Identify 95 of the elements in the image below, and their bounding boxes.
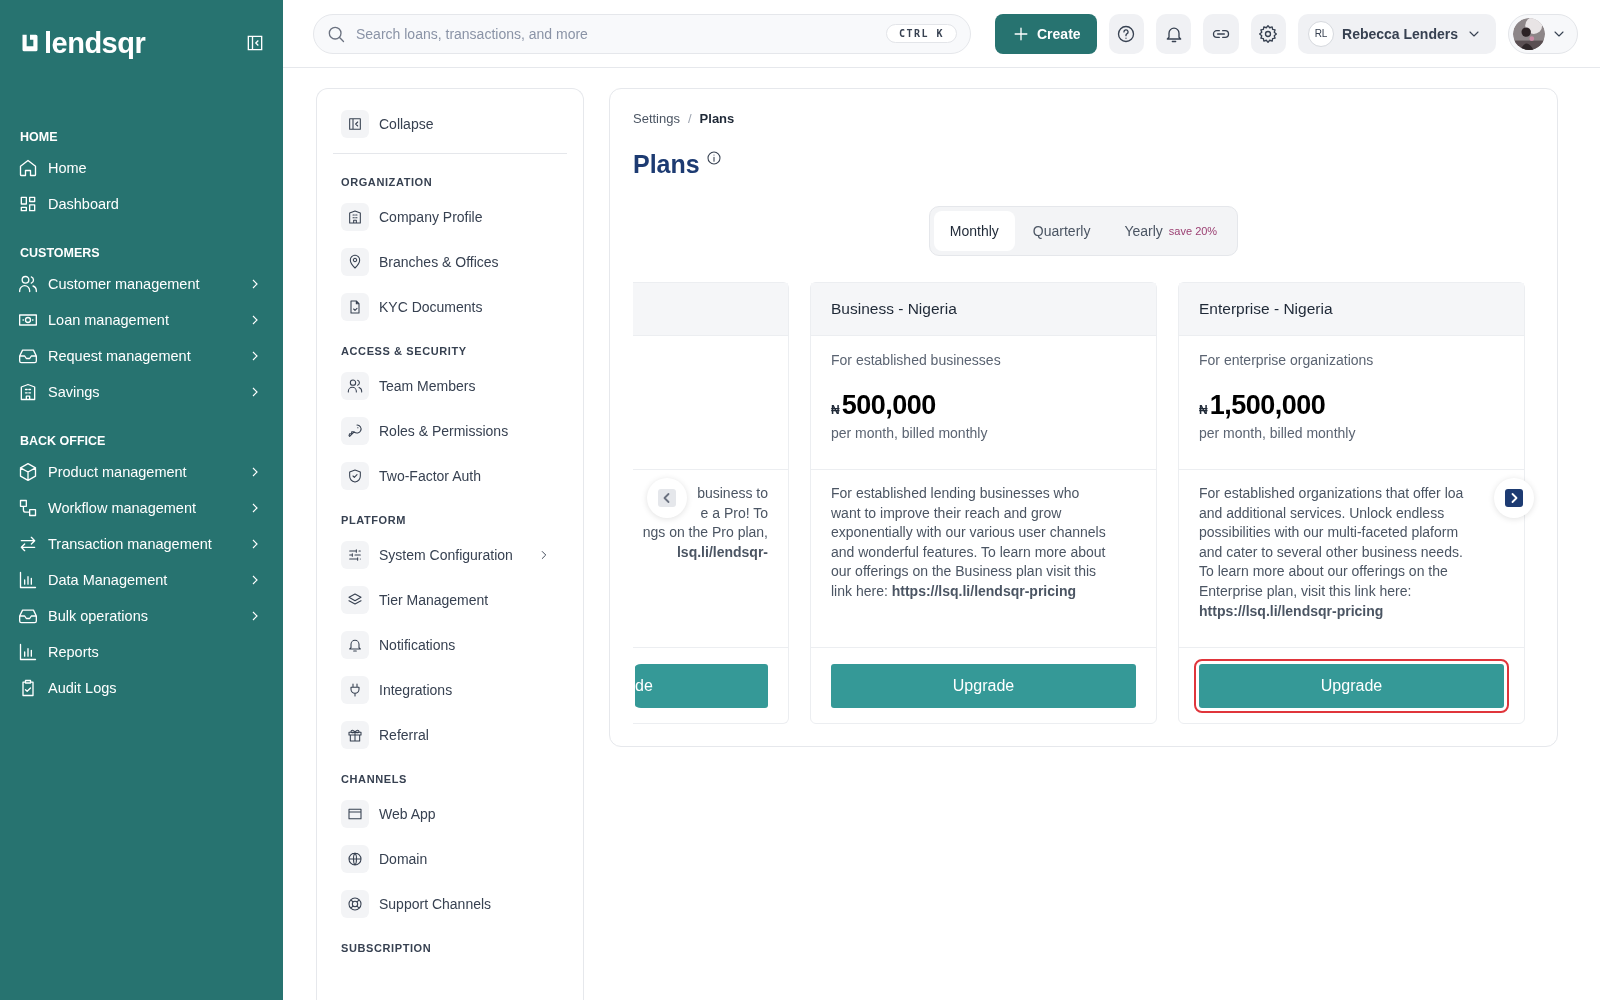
pin-icon — [347, 253, 363, 270]
breadcrumb-item[interactable]: Settings — [633, 111, 680, 126]
currency-symbol: ₦ — [831, 403, 840, 417]
menu-item[interactable]: Web App — [333, 791, 567, 836]
plan-description-fragment: ngs on the Pro plan, — [642, 523, 768, 543]
menu-item[interactable]: Integrations — [333, 667, 567, 712]
settings-button[interactable] — [1250, 13, 1287, 54]
section-heading: BACK OFFICE — [19, 434, 107, 448]
plan-name: Enterprise - Nigeria — [1199, 300, 1333, 318]
plan-description: For established organizations that offer loa and additional services. Unlock endless possibilities with our multi-faceted plaform and cater to several other business needs. To learn more about our offerings on the Enterprise plan, visit this link here: https://lsq.li/lendsqr-pricing — [1199, 484, 1465, 621]
section-heading: HOME — [19, 130, 59, 144]
plan-description-fragment: business to — [697, 484, 768, 503]
nav-item[interactable]: Bulk operations — [0, 598, 283, 634]
billing-tab[interactable]: Monthly — [933, 211, 1015, 251]
nav-item[interactable]: Home — [0, 150, 283, 186]
plan-subtitle: For enterprise organizations — [1199, 352, 1375, 368]
key-icon — [347, 422, 363, 439]
nav-item[interactable]: Loan management — [0, 302, 283, 338]
menu-item[interactable]: System Configuration — [333, 532, 567, 577]
nav-item[interactable]: Customer management — [0, 266, 283, 302]
menu-item[interactable]: Company Profile — [333, 194, 567, 239]
nav-item[interactable]: Transaction management — [0, 526, 283, 562]
panel-icon — [347, 116, 363, 132]
shield-icon — [347, 467, 363, 484]
nav-item[interactable]: Request management — [0, 338, 283, 374]
menu-item[interactable]: Tier Management — [333, 577, 567, 622]
billing-period: per month, billed monthly — [1199, 425, 1357, 441]
bar-chart-icon — [18, 570, 38, 590]
help-button[interactable] — [1108, 13, 1144, 54]
billing-period: per month, billed monthly — [831, 425, 989, 441]
breadcrumb-separator: / — [688, 111, 692, 126]
menu-item[interactable]: Notifications — [333, 622, 567, 667]
user-menu[interactable]: RL Rebecca Lenders — [1298, 13, 1496, 54]
building-icon — [347, 208, 363, 225]
chevron-right-icon — [1505, 489, 1523, 507]
menu-item[interactable]: KYC Documents — [333, 284, 567, 329]
cube-icon — [18, 462, 38, 482]
section-heading: ORGANIZATION — [340, 175, 434, 190]
panel-icon[interactable] — [245, 33, 265, 53]
sliders-icon — [347, 546, 363, 563]
nav-item[interactable]: Reports — [0, 634, 283, 670]
plan-name: Business - Nigeria — [831, 300, 957, 318]
section-heading: CUSTOMERS — [19, 246, 101, 260]
billing-tab[interactable]: Quarterly — [1016, 211, 1107, 251]
plan-description-fragment: lsq.li/lendsqr- — [677, 542, 768, 562]
section-heading: SUBSCRIPTION — [340, 941, 433, 956]
globe-icon — [347, 850, 363, 867]
menu-item[interactable]: Roles & Permissions — [333, 408, 567, 453]
people-icon — [18, 274, 38, 294]
collapse-item[interactable]: Collapse — [333, 107, 567, 154]
bell-button[interactable] — [1155, 13, 1192, 54]
grid-icon — [18, 194, 38, 214]
create-button[interactable]: Create — [995, 13, 1097, 54]
menu-item[interactable]: Support Channels — [333, 881, 567, 926]
logo-icon — [20, 32, 40, 54]
nav-item[interactable]: Workflow management — [0, 490, 283, 526]
nav-item[interactable]: Dashboard — [0, 186, 283, 222]
settings-icon — [1258, 23, 1279, 44]
nav-item[interactable]: Audit Logs — [0, 670, 283, 706]
currency-symbol: ₦ — [1199, 403, 1208, 417]
arrows-icon — [18, 534, 38, 554]
flow-icon — [18, 498, 38, 518]
menu-item[interactable]: Two-Factor Auth — [333, 453, 567, 498]
link-button[interactable] — [1203, 13, 1239, 54]
plan-subtitle: For established businesses — [831, 352, 1002, 368]
building-icon — [18, 382, 38, 402]
nav-item[interactable]: Data Management — [0, 562, 283, 598]
section-heading: PLATFORM — [340, 513, 408, 528]
nav-item[interactable]: Savings — [0, 374, 283, 410]
section-heading: ACCESS & SECURITY — [340, 344, 468, 359]
help-icon — [1116, 23, 1137, 44]
menu-item[interactable]: Domain — [333, 836, 567, 881]
billing-tab[interactable]: Yearly save 20% — [1108, 211, 1234, 251]
chevron-left-icon — [658, 489, 676, 507]
plan-description-fragment: e a Pro! To — [700, 503, 768, 523]
people-icon — [347, 377, 363, 394]
menu-item[interactable]: Referral — [333, 712, 567, 757]
lifebuoy-icon — [347, 895, 363, 912]
plug-icon — [347, 681, 363, 698]
breadcrumb-item: Plans — [699, 111, 735, 126]
home-icon — [18, 158, 38, 178]
plan-description: For established lending businesses who want to improve their reach and grow exponentially with our various user channels and wonderful features. To learn more about our offerings on the Business plan visit this link here: https://lsq.li/lendsqr-pricing — [831, 484, 1107, 601]
avatar-menu[interactable] — [1508, 13, 1578, 54]
document-icon — [347, 298, 363, 315]
plan-price: 1,500,000 — [1209, 390, 1326, 421]
logo-wordmark: lendsqr — [44, 28, 146, 58]
section-heading: CHANNELS — [340, 772, 408, 787]
bar-chart-icon — [18, 642, 38, 662]
menu-item[interactable]: Team Members — [333, 363, 567, 408]
plan-price: 500,000 — [841, 390, 936, 421]
nav-item[interactable]: Product management — [0, 454, 283, 490]
menu-item[interactable]: Branches & Offices — [333, 239, 567, 284]
info-icon[interactable] — [705, 150, 722, 166]
next-button[interactable] — [1494, 478, 1534, 518]
page-title: Plans — [633, 149, 700, 180]
